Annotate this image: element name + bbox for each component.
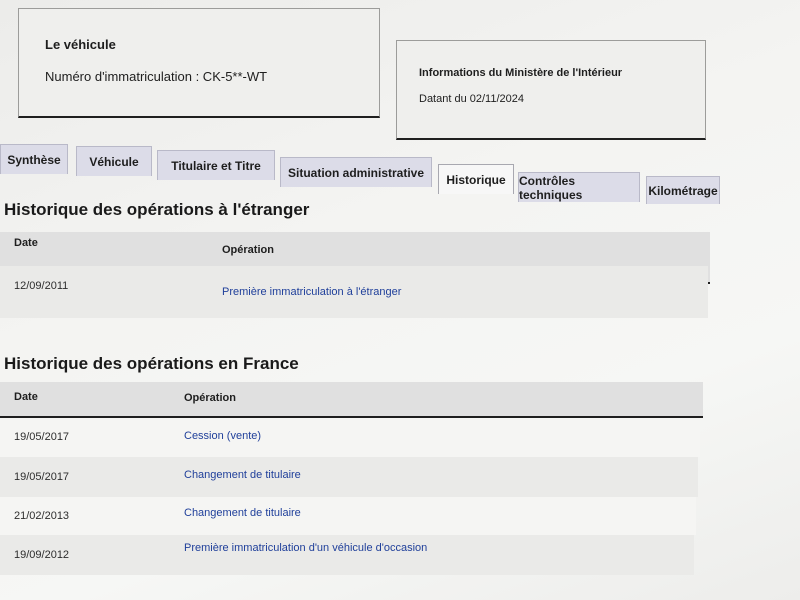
tab-situation-administrative[interactable]: Situation administrative (280, 157, 432, 187)
tab-titulaire-titre[interactable]: Titulaire et Titre (157, 150, 275, 180)
france-history-title: Historique des opérations en France (4, 354, 299, 373)
ministry-card-title: Informations du Ministère de l'Intérieur (419, 67, 623, 79)
foreign-header-operation: Opération (222, 244, 274, 256)
row-date: 19/09/2012 (14, 549, 70, 561)
vehicle-info-card: Le véhicule Numéro d'immatriculation : C… (18, 8, 380, 118)
ministry-date: Datant du 02/11/2024 (419, 93, 524, 105)
table-row: 19/05/2017 Cession (vente) (0, 419, 700, 457)
row-operation-link[interactable]: Cession (vente) (184, 430, 261, 442)
row-date: 21/02/2013 (14, 510, 70, 522)
row-operation-link[interactable]: Changement de titulaire (184, 469, 301, 481)
table-row: 12/09/2011 Première immatriculation à l'… (0, 266, 708, 318)
row-operation-link[interactable]: Première immatriculation d'un véhicule d… (184, 542, 427, 554)
row-operation-link[interactable]: Changement de titulaire (184, 507, 301, 519)
row-operation-link[interactable]: Première immatriculation à l'étranger (222, 286, 401, 298)
france-header-date: Date (14, 391, 38, 403)
table-row: 19/09/2012 Première immatriculation d'un… (0, 535, 694, 575)
row-date: 12/09/2011 (14, 280, 69, 292)
foreign-header-date: Date (14, 237, 38, 249)
tab-historique[interactable]: Historique (438, 164, 514, 194)
row-date: 19/05/2017 (14, 431, 70, 443)
tab-controles-techniques[interactable]: Contrôles techniques (518, 172, 640, 202)
foreign-history-title: Historique des opérations à l'étranger (4, 200, 310, 219)
tab-synthese[interactable]: Synthèse (0, 144, 68, 174)
france-table-header: Date Opération (0, 382, 703, 418)
table-row: 21/02/2013 Changement de titulaire (0, 497, 696, 535)
ministry-info-card: Informations du Ministère de l'Intérieur… (396, 40, 706, 140)
tab-vehicule[interactable]: Véhicule (76, 146, 152, 176)
registration-number: Numéro d'immatriculation : CK-5**-WT (45, 69, 268, 84)
row-date: 19/05/2017 (14, 471, 70, 483)
tab-kilometrage[interactable]: Kilométrage (646, 176, 720, 204)
france-header-operation: Opération (184, 392, 236, 404)
vehicle-card-title: Le véhicule (45, 37, 116, 52)
table-row: 19/05/2017 Changement de titulaire (0, 457, 698, 497)
